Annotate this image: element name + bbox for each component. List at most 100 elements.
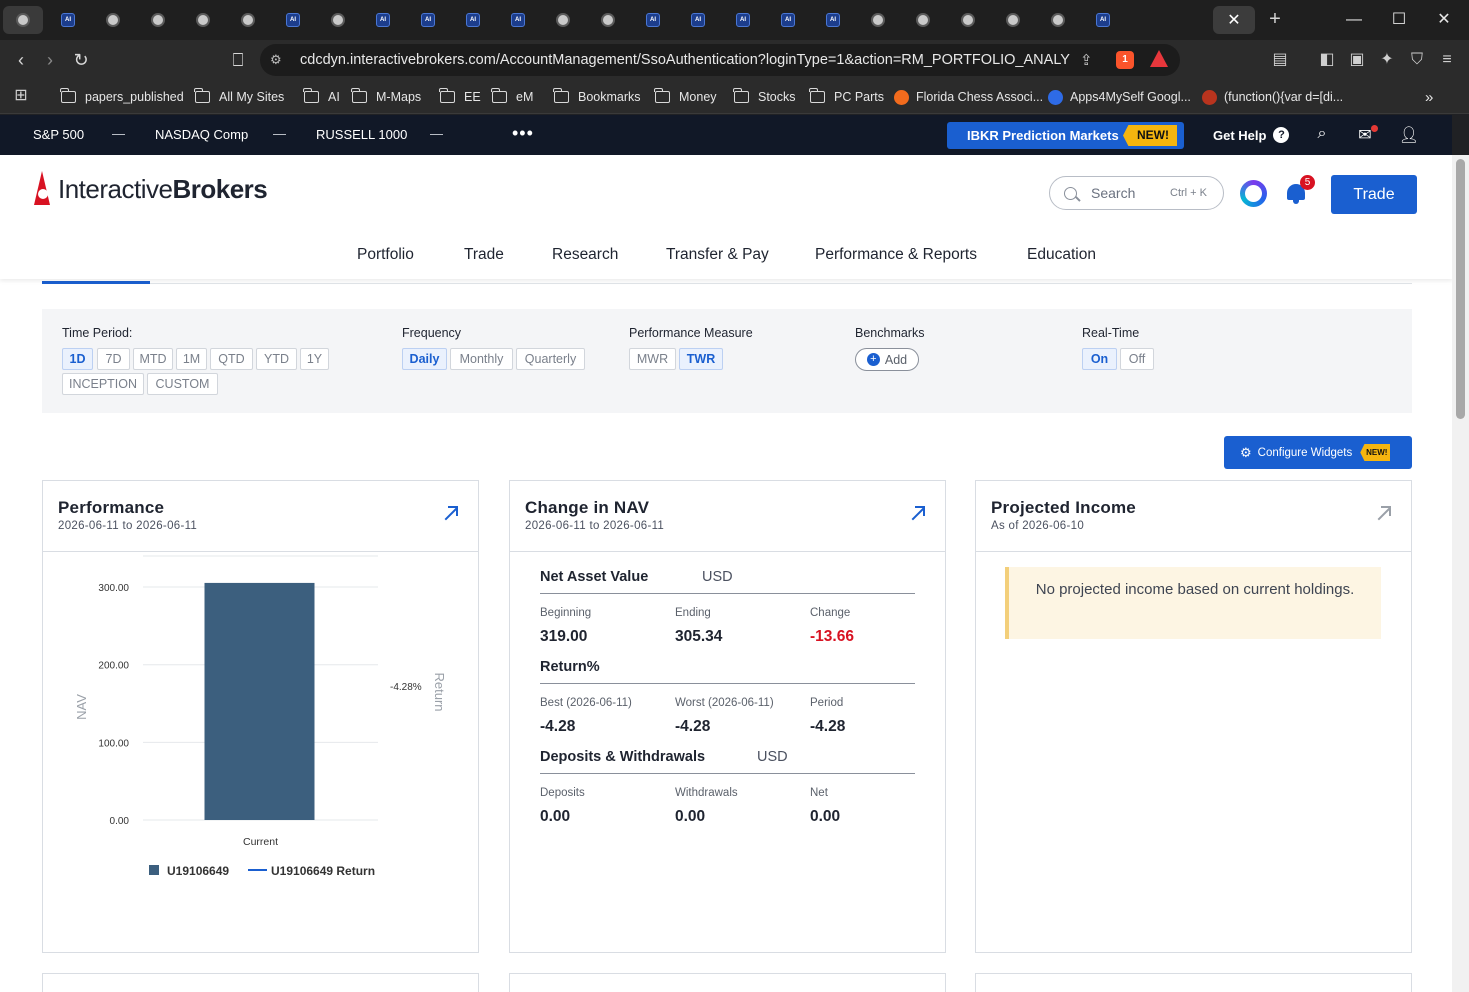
bookmark-item[interactable]: EE xyxy=(439,86,481,108)
browser-tab[interactable]: AI xyxy=(48,6,88,34)
bookmark-item[interactable]: papers_published xyxy=(60,86,184,108)
ticker-nasdaq-label[interactable]: NASDAQ Comp xyxy=(155,127,248,142)
browser-tab[interactable] xyxy=(588,6,628,34)
reader-mode-icon[interactable]: ▤ xyxy=(1269,50,1291,70)
ib-logo[interactable]: InteractiveBrokers xyxy=(32,171,268,205)
leo-ai-icon[interactable]: ✦ xyxy=(1376,50,1398,70)
scrollbar-thumb[interactable] xyxy=(1456,159,1465,419)
site-settings-icon[interactable]: ⚙ xyxy=(270,52,286,68)
chat-search-icon[interactable]: ⌕ xyxy=(1311,125,1333,143)
browser-tab[interactable] xyxy=(858,6,898,34)
open-nav-icon[interactable] xyxy=(909,506,925,521)
open-performance-icon[interactable] xyxy=(442,506,458,521)
prediction-markets-button[interactable]: IBKR Prediction Markets NEW! xyxy=(947,122,1184,149)
bookmark-item[interactable]: eM xyxy=(491,86,533,108)
add-benchmark-button[interactable]: + Add xyxy=(855,348,919,371)
time-period-qtd[interactable]: QTD xyxy=(210,348,253,370)
browser-tab[interactable]: AI xyxy=(633,6,673,34)
bookmark-item[interactable]: Bookmarks xyxy=(553,86,641,108)
address-bar[interactable]: ⚙ cdcdyn.interactivebrokers.com/AccountM… xyxy=(260,44,1180,76)
time-period-7d[interactable]: 7D xyxy=(97,348,130,370)
bookmark-item[interactable]: Apps4MySelf Googl... xyxy=(1048,86,1191,108)
back-icon[interactable]: ‹ xyxy=(9,48,33,72)
open-income-icon[interactable] xyxy=(1375,506,1391,521)
minimize-icon[interactable]: — xyxy=(1341,8,1367,32)
bookmark-item[interactable]: (function(){var d=[di... xyxy=(1202,86,1343,108)
close-window-icon[interactable]: ✕ xyxy=(1431,8,1457,32)
time-period-ytd[interactable]: YTD xyxy=(256,348,297,370)
real-time-off[interactable]: Off xyxy=(1120,348,1154,370)
bookmark-item[interactable]: M-Maps xyxy=(351,86,421,108)
browser-tab[interactable]: AI xyxy=(768,6,808,34)
time-period-1d[interactable]: 1D xyxy=(62,348,93,370)
bookmark-item[interactable]: Stocks xyxy=(733,86,796,108)
nav-transfer-pay[interactable]: Transfer & Pay xyxy=(666,246,769,264)
browser-tab[interactable] xyxy=(228,6,268,34)
ticker-sp500-label[interactable]: S&P 500 xyxy=(33,127,84,142)
ibot-assistant-icon[interactable] xyxy=(1240,180,1267,207)
browser-tab[interactable]: AI xyxy=(498,6,538,34)
url-text[interactable]: cdcdyn.interactivebrokers.com/AccountMan… xyxy=(300,52,1070,68)
browser-tab[interactable]: AI xyxy=(453,6,493,34)
time-period-1m[interactable]: 1M xyxy=(176,348,207,370)
measure-mwr[interactable]: MWR xyxy=(629,348,676,370)
bookmark-item[interactable]: Money xyxy=(654,86,717,108)
browser-tab[interactable] xyxy=(903,6,943,34)
browser-tab[interactable] xyxy=(93,6,133,34)
apps-icon[interactable]: ⊞ xyxy=(10,86,32,106)
bookmark-item[interactable]: Florida Chess Associ... xyxy=(894,86,1043,108)
nav-research[interactable]: Research xyxy=(552,246,618,264)
sidebar-icon[interactable]: ◧ xyxy=(1316,50,1338,70)
bookmark-item[interactable]: PC Parts xyxy=(809,86,884,108)
real-time-on[interactable]: On xyxy=(1082,348,1117,370)
frequency-quarterly[interactable]: Quarterly xyxy=(516,348,585,370)
browser-tab[interactable] xyxy=(993,6,1033,34)
page-scrollbar[interactable] xyxy=(1452,155,1469,992)
time-period-1y[interactable]: 1Y xyxy=(300,348,329,370)
browser-tab[interactable]: AI xyxy=(363,6,403,34)
browser-tab[interactable] xyxy=(543,6,583,34)
vpn-icon[interactable]: ⛉ xyxy=(1406,50,1428,70)
time-period-custom[interactable]: CUSTOM xyxy=(147,373,218,395)
user-icon[interactable]: 👤︎ xyxy=(1398,125,1420,145)
bookmark-icon[interactable]: ⎕ xyxy=(226,48,250,72)
new-tab-icon[interactable]: + xyxy=(1264,8,1286,32)
bookmarks-more-icon[interactable]: » xyxy=(1425,86,1433,108)
bookmark-item[interactable]: AI xyxy=(303,86,340,108)
browser-tab[interactable]: AI xyxy=(723,6,763,34)
nav-trade[interactable]: Trade xyxy=(464,246,504,264)
browser-tab[interactable]: AI xyxy=(1083,6,1123,34)
browser-tab[interactable] xyxy=(183,6,223,34)
active-tab-close-icon[interactable]: ✕ xyxy=(1213,6,1255,34)
maximize-icon[interactable]: ☐ xyxy=(1386,8,1412,32)
notifications-bell-icon[interactable]: 5 xyxy=(1285,175,1315,205)
reload-icon[interactable]: ↻ xyxy=(69,48,93,72)
browser-tab[interactable]: AI xyxy=(678,6,718,34)
browser-tab[interactable]: AI xyxy=(813,6,853,34)
measure-twr[interactable]: TWR xyxy=(679,348,723,370)
trade-button[interactable]: Trade xyxy=(1331,175,1417,214)
browser-tab[interactable] xyxy=(948,6,988,34)
ticker-russell-label[interactable]: RUSSELL 1000 xyxy=(316,127,407,142)
configure-widgets-button[interactable]: ⚙ Configure Widgets NEW! xyxy=(1224,436,1412,469)
browser-tab[interactable] xyxy=(138,6,178,34)
browser-tab[interactable]: AI xyxy=(273,6,313,34)
browser-tab[interactable] xyxy=(3,6,43,34)
get-help-button[interactable]: Get Help ? xyxy=(1213,127,1290,143)
browser-tab[interactable] xyxy=(1038,6,1078,34)
nav-performance-reports[interactable]: Performance & Reports xyxy=(815,246,977,264)
ticker-more-icon[interactable]: ••• xyxy=(512,123,534,144)
nav-portfolio[interactable]: Portfolio xyxy=(357,246,414,264)
nav-education[interactable]: Education xyxy=(1027,246,1096,264)
brave-shields-icon[interactable]: 1 xyxy=(1116,51,1134,69)
time-period-inception[interactable]: INCEPTION xyxy=(62,373,144,395)
share-icon[interactable]: ⇪ xyxy=(1080,51,1093,69)
menu-icon[interactable]: ≡ xyxy=(1436,50,1458,70)
brave-rewards-icon[interactable] xyxy=(1150,50,1168,67)
bookmark-item[interactable]: All My Sites xyxy=(194,86,284,108)
frequency-daily[interactable]: Daily xyxy=(402,348,447,370)
search-input[interactable]: Search Ctrl + K xyxy=(1049,176,1224,210)
frequency-monthly[interactable]: Monthly xyxy=(450,348,513,370)
time-period-mtd[interactable]: MTD xyxy=(133,348,173,370)
browser-tab[interactable]: AI xyxy=(408,6,448,34)
